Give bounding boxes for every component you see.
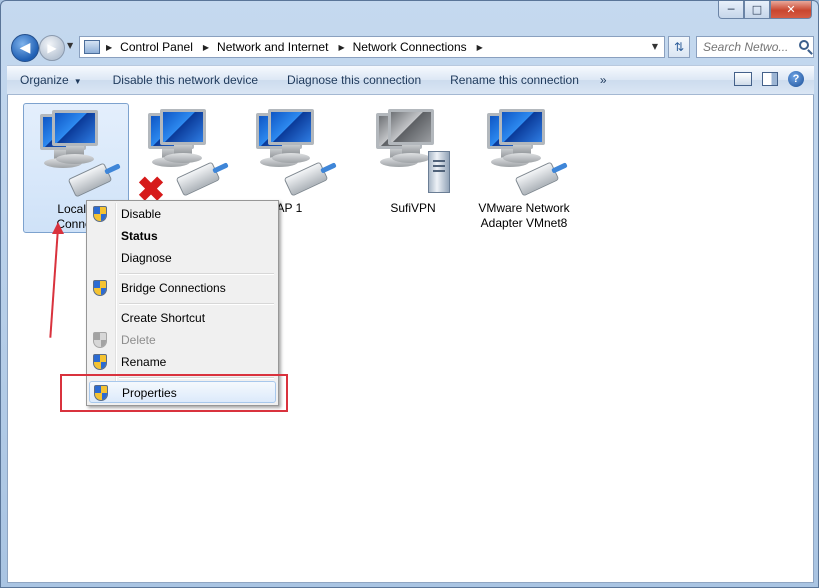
menu-item-delete: Delete <box>89 329 276 351</box>
menu-item-create-shortcut[interactable]: Create Shortcut <box>89 307 276 329</box>
navigation-bar: ◀ ▶ ▼ ▶ Control Panel ▶ Network and Inte… <box>7 31 814 63</box>
menu-item-disable[interactable]: Disable <box>89 203 276 225</box>
network-computer-icon <box>154 105 212 169</box>
recent-pages-dropdown-icon[interactable]: ▼ <box>67 41 73 50</box>
command-bar: Organize ▼ Disable this network device Di… <box>7 65 814 95</box>
connection-vmware-vmnet8[interactable]: VMware Network Adapter VMnet8 <box>471 103 577 233</box>
close-button[interactable]: ✕ <box>770 1 812 19</box>
connection-label: SufiVPN <box>390 201 436 215</box>
search-input[interactable] <box>703 40 793 54</box>
organize-button[interactable]: Organize ▼ <box>7 73 95 87</box>
network-computer-icon <box>493 105 551 169</box>
caption-buttons: ─ □ ✕ <box>718 1 812 19</box>
preview-pane-icon[interactable] <box>762 72 778 86</box>
breadcrumb-control-panel[interactable]: Control Panel <box>120 40 193 54</box>
chevron-down-icon: ▼ <box>73 77 82 86</box>
menu-item-diagnose[interactable]: Diagnose <box>89 247 276 269</box>
breadcrumb: ▶ Control Panel ▶ Network and Internet ▶… <box>106 40 485 54</box>
rename-connection-button[interactable]: Rename this connection <box>434 73 592 87</box>
breadcrumb-separator-icon[interactable]: ▶ <box>477 43 483 52</box>
address-history-dropdown-icon[interactable]: ▼ <box>652 42 658 51</box>
breadcrumb-separator-icon[interactable]: ▶ <box>203 43 209 52</box>
annotation-highlight-box <box>60 374 288 412</box>
organize-label: Organize <box>20 73 69 87</box>
diagnose-connection-button[interactable]: Diagnose this connection <box>271 73 434 87</box>
connection-sufivpn[interactable]: SufiVPN <box>360 103 466 233</box>
menu-item-bridge-connections[interactable]: Bridge Connections <box>89 277 276 299</box>
menu-separator <box>119 273 274 275</box>
back-button[interactable]: ◀ <box>11 34 39 62</box>
back-arrow-icon: ◀ <box>19 40 31 56</box>
breadcrumb-separator-icon[interactable]: ▶ <box>106 43 112 52</box>
uac-shield-icon <box>93 280 107 296</box>
minimize-button[interactable]: ─ <box>718 1 744 19</box>
forward-button[interactable]: ▶ <box>39 35 65 61</box>
address-bar[interactable]: ▶ Control Panel ▶ Network and Internet ▶… <box>79 36 665 58</box>
menu-separator <box>119 303 274 305</box>
uac-shield-icon <box>93 332 107 348</box>
refresh-icon: ⇅ <box>673 40 685 54</box>
forward-arrow-icon: ▶ <box>47 41 57 55</box>
view-controls: ? <box>734 71 804 87</box>
help-icon[interactable]: ? <box>788 71 804 87</box>
network-computer-icon <box>46 106 104 170</box>
breadcrumb-network-connections[interactable]: Network Connections <box>353 40 467 54</box>
uac-shield-icon <box>93 354 107 370</box>
annotation-arrow-head <box>52 222 64 234</box>
search-icon[interactable] <box>799 40 809 50</box>
search-box <box>696 36 814 58</box>
breadcrumb-network-and-internet[interactable]: Network and Internet <box>217 40 328 54</box>
network-computer-icon <box>262 105 320 169</box>
menu-item-status[interactable]: Status <box>89 225 276 247</box>
change-view-icon[interactable] <box>734 72 752 86</box>
breadcrumb-separator-icon[interactable]: ▶ <box>338 43 344 52</box>
uac-shield-icon <box>93 206 107 222</box>
minimize-icon: ─ <box>727 3 735 16</box>
refresh-button[interactable]: ⇅ <box>668 36 690 58</box>
disable-device-button[interactable]: Disable this network device <box>95 73 271 87</box>
connection-label: VMware Network Adapter VMnet8 <box>478 201 570 230</box>
maximize-icon: □ <box>751 3 763 16</box>
server-icon <box>428 151 450 193</box>
menu-item-rename[interactable]: Rename <box>89 351 276 373</box>
more-commands-button[interactable]: » <box>592 73 620 87</box>
maximize-button[interactable]: □ <box>744 1 770 19</box>
close-icon: ✕ <box>786 3 796 16</box>
control-panel-icon <box>84 40 100 54</box>
